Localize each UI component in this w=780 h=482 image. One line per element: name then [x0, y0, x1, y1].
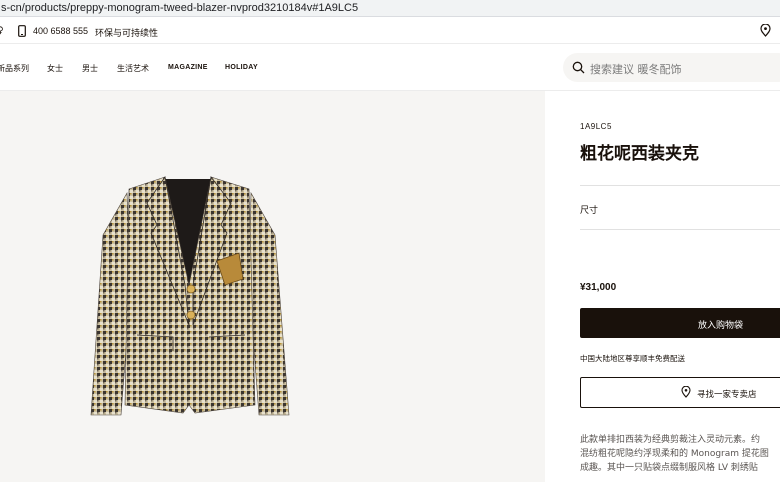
divider	[580, 229, 780, 230]
size-selector[interactable]: 尺寸	[580, 203, 598, 216]
nav-item-new[interactable]: 新品系列	[0, 63, 29, 74]
shipping-note: 中国大陆地区尊享顺丰免费配送	[580, 354, 685, 363]
description-line: 成趣。其中一只贴袋点缀制服风格 LV 刺绣贴	[580, 463, 758, 473]
nav-item-magazine[interactable]: MAGAZINE	[168, 64, 208, 71]
utility-bar: ♀ 400 6588 555 环保与可持续性	[0, 18, 780, 44]
add-to-cart-button[interactable]: 放入购物袋	[580, 308, 780, 338]
address-bar[interactable]: s-cn/products/preppy-monogram-tweed-blaz…	[0, 0, 780, 17]
product-price: ¥31,000	[580, 282, 617, 293]
phone-number-link[interactable]: 400 6588 555	[33, 26, 88, 36]
nav-item-holiday[interactable]: HOLIDAY	[225, 64, 258, 71]
product-sku: 1A9LC5	[580, 122, 612, 131]
location-pin-icon[interactable]	[760, 24, 771, 37]
location-pin-icon	[681, 386, 691, 398]
description-line: 此款单排扣西装为经典剪裁注入灵动元素。约	[580, 435, 761, 445]
nav-item-women[interactable]: 女士	[47, 63, 63, 74]
find-store-label: 寻找一家专卖店	[697, 390, 757, 400]
wechat-icon[interactable]: ♀	[0, 26, 4, 36]
divider	[580, 185, 780, 186]
phone-icon	[18, 25, 26, 37]
product-title: 粗花呢西装夹克	[580, 144, 699, 164]
find-store-button[interactable]: 寻找一家专卖店	[580, 377, 780, 408]
description-line: 混纺粗花呢隐约浮现柔和的 Monogram 提花图	[580, 449, 769, 459]
product-description: 此款单排扣西装为经典剪裁注入灵动元素。约 混纺粗花呢隐约浮现柔和的 Monogr…	[580, 433, 780, 475]
main-navigation: 新品系列 女士 男士 生活艺术 MAGAZINE HOLIDAY 搜索建议 暖冬…	[0, 45, 780, 91]
product-info-panel: 1A9LC5 粗花呢西装夹克 尺寸 ¥31,000 放入购物袋 中国大陆地区尊享…	[545, 91, 780, 482]
search-box[interactable]: 搜索建议 暖冬配饰	[563, 53, 780, 82]
nav-item-men[interactable]: 男士	[82, 63, 98, 74]
search-icon	[572, 61, 585, 74]
add-to-cart-label: 放入购物袋	[698, 321, 744, 331]
url-text: s-cn/products/preppy-monogram-tweed-blaz…	[1, 2, 359, 14]
nav-item-art-of-living[interactable]: 生活艺术	[117, 63, 149, 74]
search-placeholder: 搜索建议 暖冬配饰	[590, 63, 682, 76]
product-image	[90, 175, 290, 416]
sustainability-link[interactable]: 环保与可持续性	[95, 26, 158, 39]
product-image-area[interactable]	[0, 91, 545, 482]
